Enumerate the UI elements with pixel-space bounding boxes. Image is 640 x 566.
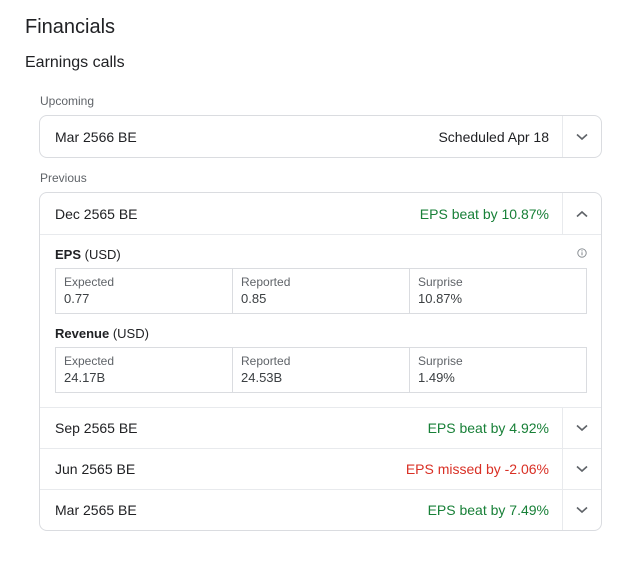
earnings-row[interactable]: Jun 2565 BE EPS missed by -2.06%	[40, 449, 601, 490]
revenue-expected-cell: Expected 24.17B	[56, 348, 233, 392]
expand-button[interactable]	[562, 408, 601, 448]
chevron-down-icon	[576, 506, 588, 514]
earnings-row[interactable]: Mar 2566 BE Scheduled Apr 18	[40, 116, 601, 157]
expand-button[interactable]	[562, 116, 601, 157]
eps-table: Expected 0.77 Reported 0.85 Surprise 10.…	[55, 268, 587, 314]
eps-heading: EPS (USD)	[55, 247, 587, 262]
eps-expected-cell: Expected 0.77	[56, 269, 233, 313]
revenue-expected-label: Expected	[64, 354, 115, 368]
eps-surprise-label: Surprise	[418, 275, 463, 289]
revenue-surprise-label: Surprise	[418, 354, 463, 368]
earnings-status: EPS beat by 4.92%	[427, 420, 549, 436]
expand-button[interactable]	[562, 490, 601, 530]
collapse-button[interactable]	[562, 193, 601, 234]
chevron-down-icon	[576, 465, 588, 473]
revenue-expected-value: 24.17B	[64, 370, 106, 385]
eps-title: EPS	[55, 247, 82, 262]
chevron-up-icon	[576, 210, 588, 217]
earnings-date: Dec 2565 BE	[55, 205, 138, 222]
earnings-status: EPS missed by -2.06%	[405, 461, 549, 477]
eps-reported-label: Reported	[241, 275, 291, 289]
earnings-date: Mar 2566 BE	[55, 128, 137, 145]
previous-card: Dec 2565 BE EPS beat by 10.87% EPS (USD)…	[39, 192, 602, 531]
eps-surprise-value: 10.87%	[418, 291, 463, 306]
expand-button[interactable]	[562, 449, 601, 489]
earnings-date: Jun 2565 BE	[55, 461, 136, 477]
upcoming-label: Upcoming	[40, 94, 95, 108]
eps-expected-label: Expected	[64, 275, 115, 289]
upcoming-card: Mar 2566 BE Scheduled Apr 18	[39, 115, 602, 158]
eps-surprise-cell: Surprise 10.87%	[410, 269, 586, 313]
revenue-reported-label: Reported	[241, 354, 291, 368]
info-icon[interactable]	[577, 248, 587, 258]
revenue-reported-cell: Reported 24.53B	[233, 348, 410, 392]
earnings-row[interactable]: Sep 2565 BE EPS beat by 4.92%	[40, 408, 601, 449]
earnings-date: Sep 2565 BE	[55, 420, 138, 436]
revenue-title: Revenue	[55, 326, 110, 341]
earnings-row[interactable]: Mar 2565 BE EPS beat by 7.49%	[40, 490, 601, 530]
earnings-calls-heading: Earnings calls	[25, 54, 125, 71]
eps-expected-value: 0.77	[64, 291, 90, 306]
financials-title: Financials	[25, 16, 116, 38]
eps-reported-cell: Reported 0.85	[233, 269, 410, 313]
revenue-unit: (USD)	[112, 326, 149, 341]
revenue-reported-value: 24.53B	[241, 370, 283, 385]
previous-label: Previous	[40, 171, 87, 185]
earnings-date: Mar 2565 BE	[55, 502, 137, 518]
revenue-heading: Revenue (USD)	[55, 326, 587, 341]
earnings-status: EPS beat by 7.49%	[427, 502, 549, 518]
chevron-down-icon	[576, 424, 588, 432]
earnings-details: EPS (USD) Expected 0.77 Reported 0.85 Su…	[40, 235, 601, 408]
revenue-table: Expected 24.17B Reported 24.53B Surprise…	[55, 347, 587, 393]
eps-reported-value: 0.85	[241, 291, 267, 306]
earnings-status: Scheduled Apr 18	[438, 128, 549, 145]
revenue-surprise-cell: Surprise 1.49%	[410, 348, 586, 392]
chevron-down-icon	[576, 133, 588, 140]
revenue-surprise-value: 1.49%	[418, 370, 455, 385]
eps-unit: (USD)	[84, 247, 121, 262]
earnings-row[interactable]: Dec 2565 BE EPS beat by 10.87%	[40, 193, 601, 235]
earnings-status: EPS beat by 10.87%	[419, 205, 549, 222]
